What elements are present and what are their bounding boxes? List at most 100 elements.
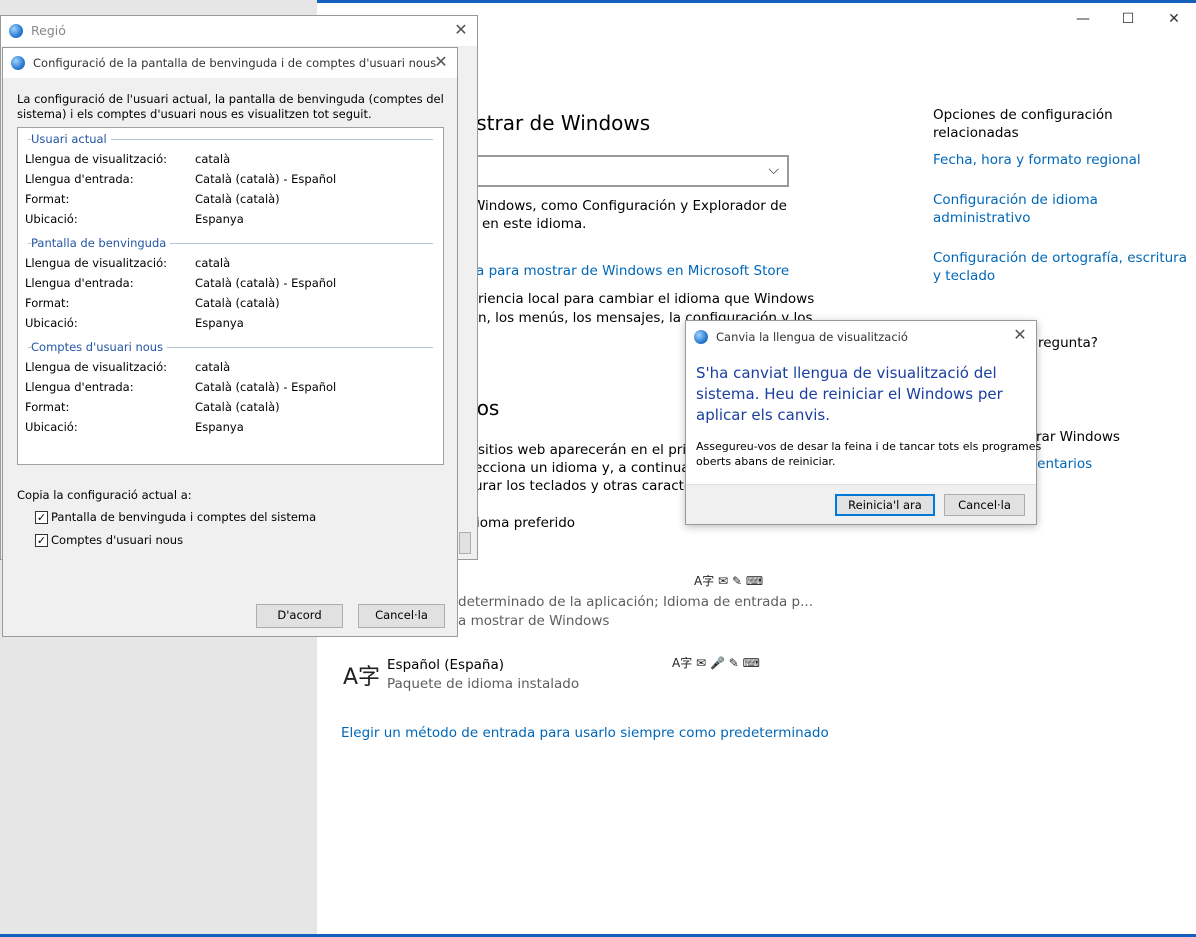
keyboard-icon: ⌨ — [745, 574, 764, 588]
group-title-current-user: Usuari actual — [31, 132, 111, 146]
chevron-down-icon: ⌵ — [768, 162, 779, 178]
change-language-title: Canvia la llengua de visualització — [716, 330, 908, 344]
welcome-screen-checkbox[interactable]: ✓ — [35, 511, 48, 524]
language-1-feature-icons: A字 ✉ ✎ ⌨ — [694, 572, 763, 589]
row-value: Català (català) - Español — [195, 172, 337, 186]
ok-button[interactable]: D'acord — [256, 604, 343, 628]
restart-now-button[interactable]: Reinicia'l ara — [835, 494, 935, 516]
minimize-button[interactable]: — — [1068, 8, 1098, 30]
display-desc-line-1: Windows, como Configuración y Explorador… — [472, 198, 787, 214]
change-language-titlebar: Canvia la llengua de visualització ✕ — [686, 321, 1036, 353]
settings-list: Usuari actual Llengua de visualització: … — [17, 127, 444, 465]
row-label: Llengua d'entrada: — [25, 380, 134, 394]
speech-icon: ✉ — [696, 656, 707, 670]
new-accounts-checkbox[interactable]: ✓ — [35, 534, 48, 547]
row-value: Català (català) - Español — [195, 276, 337, 290]
row-label: Llengua d'entrada: — [25, 172, 134, 186]
display-language-icon: A字 — [694, 574, 715, 588]
handwriting-icon: ✎ — [731, 574, 742, 588]
maximize-button[interactable]: ☐ — [1113, 8, 1143, 30]
region-close-button[interactable]: ✕ — [451, 20, 471, 40]
display-desc-line-2: en este idioma. — [482, 216, 587, 232]
group-title-welcome-screen: Pantalla de benvinguda — [31, 236, 171, 250]
row-value: Català (català) — [195, 400, 280, 414]
language-2-subtitle: Paquete de idioma instalado — [387, 676, 580, 692]
row-label: Ubicació: — [25, 212, 78, 226]
display-language-dropdown[interactable]: ⌵ — [460, 155, 789, 187]
spelling-typing-link-2[interactable]: y teclado — [933, 268, 995, 284]
group-title-new-accounts: Comptes d'usuari nous — [31, 340, 168, 354]
language-2-name[interactable]: Español (España) — [387, 657, 504, 673]
row-value: Espanya — [195, 316, 244, 330]
region-desc-line-1: riencia local para cambiar el idioma que… — [478, 291, 815, 307]
date-time-region-link[interactable]: Fecha, hora y formato regional — [933, 152, 1141, 168]
preferred-desc-line-2: ecciona un idioma y, a continuació — [474, 460, 709, 476]
admin-language-link-2[interactable]: administrativo — [933, 210, 1031, 226]
language-icon: A字 — [343, 665, 381, 690]
input-method-link[interactable]: Elegir un método de entrada para usarlo … — [341, 725, 829, 741]
spelling-typing-link[interactable]: Configuración de ortografía, escritura — [933, 250, 1187, 266]
restart-message-line-3: aplicar els canvis. — [696, 406, 830, 424]
intro-line-2: sistema) i els comptes d'usuari nous es … — [17, 107, 372, 121]
row-label: Ubicació: — [25, 420, 78, 434]
region-apply-button-edge[interactable] — [459, 532, 471, 554]
row-value: Espanya — [195, 212, 244, 226]
window-top-border — [317, 0, 1196, 3]
row-value: català — [195, 360, 231, 374]
change-language-dialog: Canvia la llengua de visualització ✕ S'h… — [685, 320, 1041, 525]
row-label: Llengua de visualització: — [25, 360, 168, 374]
related-settings-title-2: relacionadas — [933, 125, 1019, 141]
microphone-icon: 🎤 — [709, 656, 725, 670]
related-settings-title: Opciones de configuración — [933, 107, 1113, 123]
welcome-title: Configuració de la pantalla de benvingud… — [33, 56, 437, 70]
restart-detail-line-1: Assegureu-vos de desar la feina i de tan… — [696, 440, 1042, 453]
row-value: Català (català) - Español — [195, 380, 337, 394]
restart-detail-line-2: oberts abans de reiniciar. — [696, 455, 836, 468]
row-value: Català (català) — [195, 192, 280, 206]
region-titlebar: Regió ✕ — [1, 16, 477, 46]
close-button[interactable]: ✕ — [1159, 8, 1189, 30]
change-cancel-button[interactable]: Cancel·la — [944, 494, 1025, 516]
row-value: català — [195, 256, 231, 270]
preferred-desc-line-1: sitios web aparecerán en el primer — [478, 442, 714, 458]
speech-icon: ✉ — [718, 574, 729, 588]
restart-message-line-1: S'ha canviat llengua de visualització de… — [696, 364, 997, 382]
copy-settings-label: Copia la configuració actual a: — [17, 488, 192, 502]
row-value: Espanya — [195, 420, 244, 434]
language-1-subtitle-2: a mostrar de Windows — [458, 613, 610, 629]
globe-icon — [694, 330, 708, 344]
welcome-settings-dialog: Configuració de la pantalla de benvingud… — [2, 47, 458, 637]
row-label: Format: — [25, 192, 70, 206]
row-label: Format: — [25, 296, 70, 310]
question-heading: regunta? — [1038, 335, 1098, 351]
admin-language-link[interactable]: Configuración de idioma — [933, 192, 1098, 208]
display-language-heading: ostrar de Windows — [464, 111, 651, 135]
intro-line-1: La configuració de l'usuari actual, la p… — [17, 92, 444, 106]
row-label: Llengua d'entrada: — [25, 276, 134, 290]
row-label: Llengua de visualització: — [25, 152, 168, 166]
welcome-titlebar: Configuració de la pantalla de benvingud… — [3, 48, 457, 78]
display-language-icon: A字 — [672, 656, 693, 670]
row-value: català — [195, 152, 231, 166]
globe-icon — [11, 56, 25, 70]
new-accounts-checkbox-label[interactable]: Comptes d'usuari nous — [51, 533, 183, 547]
row-label: Llengua de visualització: — [25, 256, 168, 270]
handwriting-icon: ✎ — [728, 656, 739, 670]
globe-icon — [9, 24, 23, 38]
keyboard-icon: ⌨ — [742, 656, 760, 670]
row-label: Format: — [25, 400, 70, 414]
microsoft-store-link[interactable]: a para mostrar de Windows en Microsoft S… — [476, 263, 789, 279]
language-1-subtitle: determinado de la aplicación; Idioma de … — [458, 594, 813, 610]
add-preferred-language-button[interactable]: ioma preferido — [476, 515, 575, 531]
improve-windows-heading: rar Windows — [1036, 429, 1120, 445]
row-label: Ubicació: — [25, 316, 78, 330]
region-title: Regió — [31, 23, 66, 38]
welcome-close-button[interactable]: ✕ — [431, 52, 451, 72]
row-value: Català (català) — [195, 296, 280, 310]
cancel-button[interactable]: Cancel·la — [358, 604, 445, 628]
preferred-desc-line-3: urar los teclados y otras caracterist — [474, 478, 714, 494]
welcome-screen-checkbox-label[interactable]: Pantalla de benvinguda i comptes del sis… — [51, 510, 316, 524]
change-language-close-button[interactable]: ✕ — [1010, 325, 1030, 345]
language-2-feature-icons: A字 ✉ 🎤 ✎ ⌨ — [672, 654, 760, 671]
restart-message-line-2: sistema. Heu de reiniciar el Windows per — [696, 385, 1003, 403]
